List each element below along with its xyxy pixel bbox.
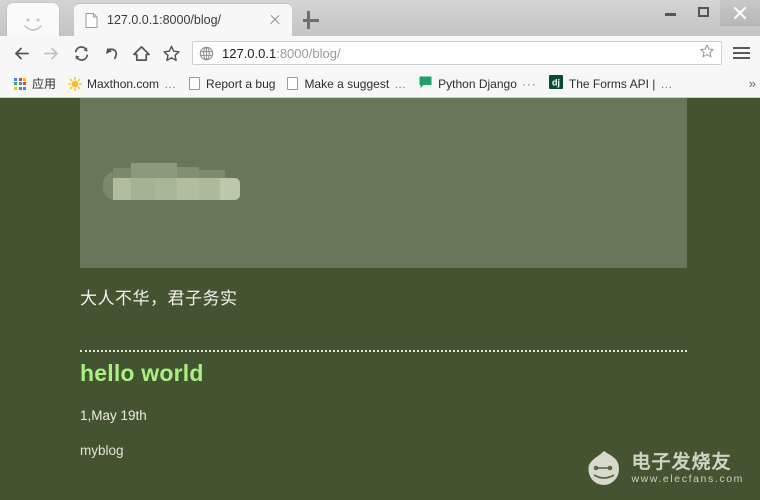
address-bar[interactable]: 127.0.0.1:8000/blog/ xyxy=(192,41,722,65)
watermark: 电子发烧友 www.elecfans.com xyxy=(583,448,744,490)
forward-button[interactable] xyxy=(36,38,66,68)
browser-window: 127.0.0.1:8000/blog/ 127.0.0.1:8000/blog… xyxy=(0,0,760,500)
post-divider xyxy=(80,350,687,352)
arrow-left-icon xyxy=(14,47,29,59)
site-tagline: 大人不华，君子务实 xyxy=(80,289,238,309)
hamburger-bar xyxy=(732,52,750,54)
maximize-button[interactable] xyxy=(687,0,720,24)
bookmark-label: Maxthon.com xyxy=(87,76,160,91)
svg-text:dj: dj xyxy=(552,78,560,88)
bookmarks-bar: 应用 Maxthon.com … Report a bug Make a sug… xyxy=(0,70,760,98)
close-icon[interactable] xyxy=(266,11,284,29)
post-meta: 1,May 19th xyxy=(80,408,147,423)
bookmark-ellipsis: … xyxy=(394,76,408,91)
tab-strip: 127.0.0.1:8000/blog/ xyxy=(0,0,760,50)
post-title[interactable]: hello world xyxy=(80,360,204,387)
chat-icon xyxy=(419,76,432,92)
back-button[interactable] xyxy=(6,38,36,68)
globe-icon xyxy=(199,46,214,60)
star-bookmark-icon[interactable] xyxy=(699,43,715,64)
watermark-text: 电子发烧友 www.elecfans.com xyxy=(631,450,744,486)
hamburger-bar xyxy=(732,57,750,59)
home-button[interactable] xyxy=(126,38,156,68)
window-controls xyxy=(654,0,760,26)
bookmark-item-the-forms-api[interactable]: dj The Forms API | … xyxy=(543,73,679,95)
browser-tab[interactable]: 127.0.0.1:8000/blog/ xyxy=(74,4,292,36)
post-body: myblog xyxy=(80,443,124,458)
page-content: 大人不华，君子务实 hello world 1,May 19th myblog … xyxy=(0,98,760,500)
minimize-button[interactable] xyxy=(654,0,687,24)
bookmark-item-python-django[interactable]: Python Django ··· xyxy=(413,73,543,95)
url-host: 127.0.0.1 xyxy=(222,45,277,61)
new-tab-button[interactable] xyxy=(300,9,322,31)
bookmark-item-maxthon[interactable]: Maxthon.com … xyxy=(62,73,183,95)
django-icon: dj xyxy=(548,75,563,92)
watermark-url: www.elecfans.com xyxy=(631,473,744,486)
arrow-right-icon xyxy=(43,47,58,59)
bookmark-ellipsis: … xyxy=(660,76,674,91)
hamburger-bar xyxy=(732,47,750,49)
watermark-brand: 电子发烧友 xyxy=(631,450,732,473)
navigation-toolbar: 127.0.0.1:8000/blog/ xyxy=(0,36,760,70)
browser-menu-button[interactable] xyxy=(726,38,756,68)
site-header-banner xyxy=(80,98,687,268)
bookmark-item-report-a-bug[interactable]: Report a bug xyxy=(183,73,281,95)
bookmark-label: 应用 xyxy=(32,77,57,91)
elecfans-logo-icon xyxy=(588,451,620,485)
bookmark-item-make-a-suggestion[interactable]: Make a suggest … xyxy=(281,73,413,95)
bookmark-item-apps[interactable]: 应用 xyxy=(8,73,62,95)
bookmark-ellipsis: ··· xyxy=(521,76,537,91)
close-window-button[interactable] xyxy=(720,0,760,26)
bookmark-label: Report a bug xyxy=(206,76,276,91)
history-back-button[interactable] xyxy=(96,38,126,68)
bookmark-label: Make a suggest xyxy=(304,76,390,91)
page-icon xyxy=(287,77,299,90)
undo-arrow-icon xyxy=(105,47,117,59)
reload-button[interactable] xyxy=(66,38,96,68)
page-icon xyxy=(85,12,98,28)
bookmark-label: The Forms API | xyxy=(568,76,656,91)
bookmark-star-button[interactable] xyxy=(156,38,186,68)
address-bar-url: 127.0.0.1:8000/blog/ xyxy=(222,46,699,61)
blurred-site-logo xyxy=(103,158,240,200)
star-icon xyxy=(162,45,180,61)
bookmark-label: Python Django xyxy=(438,76,517,91)
reload-icon xyxy=(74,45,88,61)
bookmark-ellipsis: … xyxy=(164,76,178,91)
apps-grid-icon xyxy=(14,77,26,90)
url-path: :8000/blog/ xyxy=(276,45,341,61)
sun-icon xyxy=(67,76,83,92)
page-icon xyxy=(189,77,201,90)
home-icon xyxy=(132,45,150,61)
tab-title: 127.0.0.1:8000/blog/ xyxy=(107,13,221,27)
bookmarks-overflow-button[interactable]: » xyxy=(749,76,756,91)
